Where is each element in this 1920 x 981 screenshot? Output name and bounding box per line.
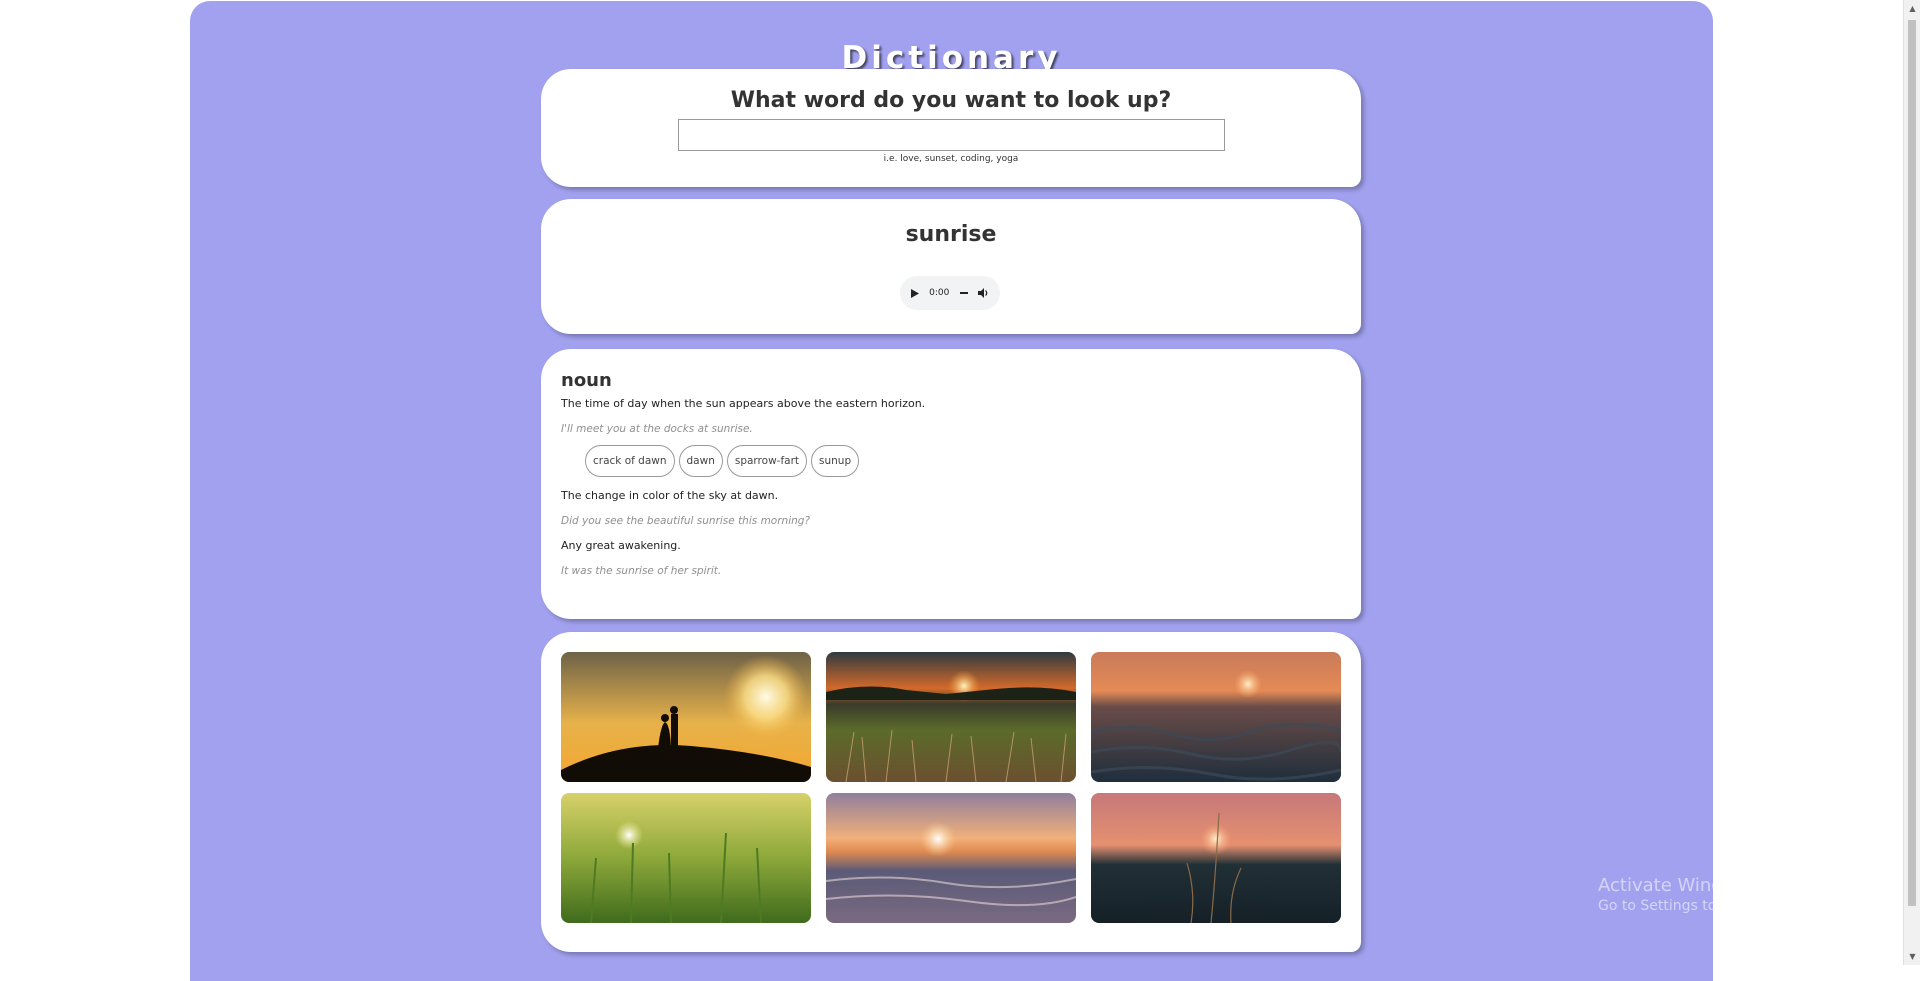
audio-player[interactable]: 0:00 bbox=[900, 276, 1000, 310]
wheat-field-sun-photo[interactable] bbox=[561, 793, 811, 923]
part-of-speech: noun bbox=[561, 370, 612, 391]
synonym-chip[interactable]: sparrow-fart bbox=[726, 445, 808, 477]
vertical-scrollbar[interactable]: ▲ ▼ bbox=[1903, 0, 1920, 965]
word-card: sunrise 0:00 bbox=[541, 199, 1361, 334]
definition-text: The change in color of the sky at dawn. bbox=[561, 489, 779, 502]
progress-dash[interactable] bbox=[959, 292, 968, 294]
definition-text: Any great awakening. bbox=[561, 539, 681, 552]
definitions-card: noun The time of day when the sun appear… bbox=[541, 349, 1361, 619]
watermark-title: Activate Windows bbox=[1598, 875, 1758, 896]
app-container: Dictionary What word do you want to look… bbox=[190, 1, 1713, 981]
watermark-subtitle: Go to Settings to activate Windows. bbox=[1598, 898, 1849, 914]
scroll-thumb[interactable] bbox=[1908, 20, 1916, 906]
audio-time: 0:00 bbox=[929, 288, 950, 298]
search-input[interactable] bbox=[677, 119, 1225, 151]
play-icon[interactable] bbox=[910, 288, 919, 298]
beach-waves-sunrise-photo[interactable] bbox=[826, 793, 1076, 923]
ocean-waves-sunset-photo[interactable] bbox=[1091, 652, 1341, 782]
image-grid bbox=[561, 652, 1341, 923]
search-hint: i.e. love, sunset, coding, yoga bbox=[883, 154, 1019, 164]
couple-silhouette-sunset-photo[interactable] bbox=[561, 652, 811, 782]
windows-activation-watermark: Activate Windows Go to Settings to activ… bbox=[1598, 875, 1849, 914]
definition-text: The time of day when the sun appears abo… bbox=[561, 397, 926, 410]
grass-silhouette-sunset-photo[interactable] bbox=[1091, 793, 1341, 923]
word-title: sunrise bbox=[905, 222, 997, 247]
images-card bbox=[541, 632, 1361, 952]
definition-example: I'll meet you at the docks at sunrise. bbox=[561, 423, 753, 435]
scroll-down-arrow-icon[interactable]: ▼ bbox=[1904, 948, 1920, 965]
definition-example: Did you see the beautiful sunrise this m… bbox=[561, 515, 811, 527]
synonym-chip[interactable]: sunup bbox=[811, 445, 860, 477]
synonym-list: crack of dawn dawn sparrow-fart sunup bbox=[585, 445, 1341, 477]
scroll-up-arrow-icon[interactable]: ▲ bbox=[1904, 0, 1920, 17]
volume-icon[interactable] bbox=[978, 288, 989, 298]
synonym-chip[interactable]: crack of dawn bbox=[585, 445, 675, 477]
synonym-chip[interactable]: dawn bbox=[678, 445, 723, 477]
definition-example: It was the sunrise of her spirit. bbox=[561, 565, 722, 577]
search-heading: What word do you want to look up? bbox=[730, 88, 1172, 113]
grass-field-sunrise-photo[interactable] bbox=[826, 652, 1076, 782]
search-card: What word do you want to look up? i.e. l… bbox=[541, 69, 1361, 187]
